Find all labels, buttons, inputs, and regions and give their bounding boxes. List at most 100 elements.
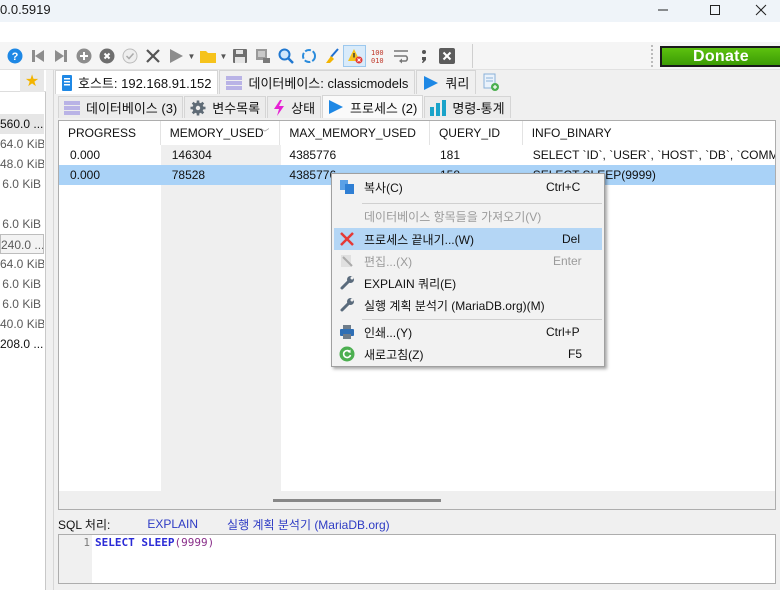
menu-item-label: 데이터베이스 항목들을 가져오기(V): [364, 209, 542, 224]
lightning-icon: [274, 99, 285, 116]
database-tree-panel: ★ 560.0 ... 64.0 KiB 48.0 KiB 6.0 KiB 6.…: [0, 70, 46, 590]
open-file-button[interactable]: [196, 45, 219, 67]
column-header-info-binary[interactable]: INFO_BINARY: [523, 121, 775, 145]
save-as-button[interactable]: [251, 45, 274, 67]
menu-item-explain-query[interactable]: EXPLAIN 쿼리(E): [334, 272, 602, 294]
grid-header: PROGRESS MEMORY_USED ﹀ MAX_MEMORY_USED Q…: [59, 121, 775, 145]
tree-item-size[interactable]: 6.0 KiB: [0, 214, 44, 234]
star-icon: ★: [24, 73, 40, 90]
table-row[interactable]: 0.000 146304 4385776 181 SELECT `ID`, `U…: [59, 145, 775, 165]
binary-icon: 100010: [371, 49, 384, 64]
minimize-icon: [658, 9, 668, 11]
cell-info-binary: SELECT `ID`, `USER`, `HOST`, `DB`, `COMM…: [532, 148, 775, 162]
tree-item-size[interactable]: 240.0 ...: [0, 234, 44, 254]
tab-status[interactable]: 상태: [267, 96, 322, 118]
column-header-max-memory-used[interactable]: MAX_MEMORY_USED: [280, 121, 430, 145]
wrap-lines-button[interactable]: [389, 45, 412, 67]
favorites-button[interactable]: ★: [20, 70, 44, 92]
tab-processes[interactable]: 프로세스 (2): [322, 95, 424, 118]
open-file-dropdown[interactable]: ▼: [219, 45, 228, 67]
refresh-button[interactable]: [297, 45, 320, 67]
find-button[interactable]: [274, 45, 297, 67]
tab-status-label: 상태: [291, 101, 316, 116]
menu-item-print[interactable]: 인쇄...(Y) Ctrl+P: [334, 321, 602, 343]
tree-item-size[interactable]: 6.0 KiB: [0, 294, 44, 314]
save-button[interactable]: [228, 45, 251, 67]
column-header-progress[interactable]: PROGRESS: [59, 121, 161, 145]
semicolon-button[interactable]: [412, 45, 435, 67]
cell-memory-used: 78528: [171, 168, 206, 182]
menu-item-shortcut: F5: [568, 347, 583, 361]
context-menu: 복사(C) Ctrl+C 데이터베이스 항목들을 가져오기(V) 프로세스 끝내…: [331, 173, 605, 367]
run-button[interactable]: [164, 45, 187, 67]
gear-icon: [190, 100, 206, 115]
tab-databases-label: 데이터베이스 (3): [86, 101, 178, 116]
printer-icon: [340, 325, 354, 339]
help-button[interactable]: ?: [3, 45, 26, 67]
tree-item-size[interactable]: 6.0 KiB: [0, 174, 44, 194]
tab-variables[interactable]: 변수목록: [184, 96, 267, 118]
tree-item-size[interactable]: 208.0 ...: [0, 334, 44, 354]
tree-item-size[interactable]: 64.0 KiB: [0, 254, 44, 274]
run-dropdown[interactable]: ▼: [187, 45, 196, 67]
donate-button[interactable]: Donate: [660, 46, 780, 67]
delete-record-icon: [99, 48, 114, 64]
menu-item-copy[interactable]: 복사(C) Ctrl+C: [334, 176, 602, 198]
column-header-memory-used[interactable]: MEMORY_USED ﹀: [161, 121, 281, 145]
menu-item-edit: 편집...(X) Enter: [334, 250, 602, 272]
minimize-button[interactable]: [640, 0, 686, 20]
tree-item-size[interactable]: 6.0 KiB: [0, 274, 44, 294]
edit-icon: [341, 255, 353, 267]
add-record-button[interactable]: [72, 45, 95, 67]
cell-max-memory-used: 4385776: [289, 148, 337, 162]
horizontal-scrollbar-thumb[interactable]: [273, 499, 441, 502]
binary-button[interactable]: 100 010: [366, 45, 389, 67]
sql-code[interactable]: SELECT SLEEP(9999): [95, 535, 214, 551]
warning-icon: [347, 49, 362, 64]
tab-databases[interactable]: 데이터베이스 (3): [58, 96, 184, 118]
save-icon: [232, 49, 247, 63]
panel-splitter[interactable]: [46, 70, 54, 590]
cell-memory-used: 146304: [171, 148, 212, 162]
menu-item-refresh[interactable]: 새로고침(Z) F5: [334, 343, 602, 365]
query-toolbar-group: ? ▼ ▼ 100 010: [3, 44, 473, 68]
menu-item-kill-process[interactable]: 프로세스 끝내기...(W) Del: [334, 228, 602, 250]
sql-editor[interactable]: 1 SELECT SLEEP(9999): [58, 534, 776, 584]
horizontal-scrollbar[interactable]: [59, 491, 775, 509]
tree-item-size[interactable]: [0, 194, 44, 214]
tab-host[interactable]: 호스트: 192.168.91.152: [55, 70, 219, 94]
close-icon: [755, 4, 767, 16]
line-number: 1: [83, 536, 90, 549]
close-button[interactable]: [738, 0, 780, 20]
menu-item-fetch-db-items: 데이터베이스 항목들을 가져오기(V): [334, 205, 602, 227]
close-tab-button[interactable]: [435, 45, 458, 67]
tab-command-stats[interactable]: 명령-통계: [424, 96, 511, 118]
apply-button[interactable]: [118, 45, 141, 67]
menu-item-execution-plan-analyzer[interactable]: 실행 계획 분석기 (MariaDB.org)(M): [334, 294, 602, 316]
first-record-button[interactable]: [26, 45, 49, 67]
cancel-button[interactable]: [141, 45, 164, 67]
tree-item-size[interactable]: 64.0 KiB: [0, 134, 44, 154]
host-subtabs: 데이터베이스 (3) 변수목록 상태 프로세스 (2) 명령-통계: [58, 95, 512, 118]
last-record-button[interactable]: [49, 45, 72, 67]
title-bar: 0.0.5919: [0, 0, 780, 22]
toolbar-grip[interactable]: [651, 45, 655, 67]
menu-item-shortcut: Ctrl+C: [546, 180, 581, 194]
tree-item-size[interactable]: 40.0 KiB: [0, 314, 44, 334]
stop-on-error-button[interactable]: [343, 45, 366, 67]
new-query-tab-button[interactable]: [477, 70, 505, 94]
tree-item-size[interactable]: 560.0 ...: [0, 114, 44, 134]
tab-database[interactable]: 데이터베이스: classicmodels: [219, 70, 416, 94]
refresh-icon: [339, 346, 355, 362]
cancel-icon: [145, 49, 160, 63]
tab-query[interactable]: 쿼리: [416, 70, 477, 94]
svg-text:?: ?: [11, 51, 18, 63]
delete-record-button[interactable]: [95, 45, 118, 67]
explain-link[interactable]: EXPLAIN: [147, 517, 198, 531]
format-sql-button[interactable]: [320, 45, 343, 67]
maximize-button[interactable]: [692, 0, 738, 20]
analyzer-link[interactable]: 실행 계획 분석기 (MariaDB.org): [227, 516, 390, 533]
tree-item-size[interactable]: 48.0 KiB: [0, 154, 44, 174]
column-header-query-id[interactable]: QUERY_ID: [430, 121, 523, 145]
wrap-lines-icon: [393, 50, 408, 64]
